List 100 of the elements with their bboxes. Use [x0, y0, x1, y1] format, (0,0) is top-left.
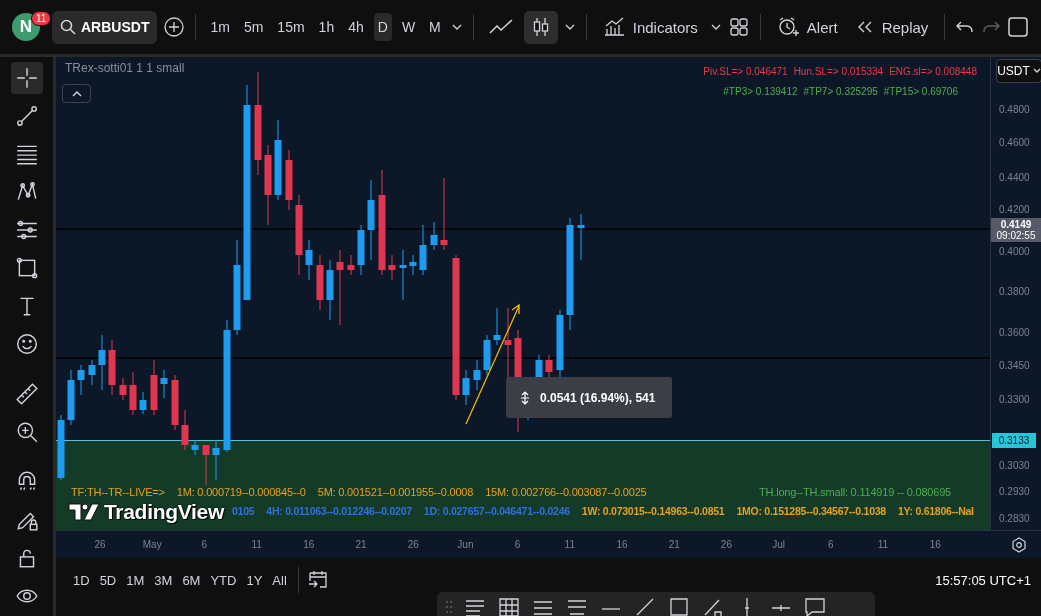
range-button[interactable]: YTD: [207, 568, 240, 592]
alert-button[interactable]: Alert: [770, 12, 844, 42]
bar-chart-icon: [602, 17, 625, 37]
candles-chart-button[interactable]: [523, 10, 558, 44]
candle: [129, 371, 137, 416]
stop-level-label: ENG.sl=> 0.008448: [889, 66, 977, 77]
currency-dropdown[interactable]: USDT: [996, 59, 1041, 83]
time-tick: 11: [251, 539, 262, 550]
settings-icon[interactable]: [1011, 537, 1027, 553]
range-button[interactable]: 1M: [123, 568, 148, 592]
candle: [409, 254, 417, 276]
timeframe-label: 15M: 0.002766--0.003087--0.0025: [485, 486, 647, 498]
notification-badge: 11: [31, 11, 52, 26]
drag-handle-icon[interactable]: [445, 600, 453, 614]
candle: [316, 254, 324, 311]
range-button[interactable]: 3M: [151, 568, 176, 592]
price-tick: 0.4200: [999, 204, 1030, 215]
rectangle-icon[interactable]: [667, 596, 691, 616]
time-tick: 11: [564, 539, 575, 550]
target-label: #TP3> 0.139412: [723, 86, 798, 97]
price-tick: 0.4800: [999, 104, 1030, 115]
replay-button[interactable]: Replay: [849, 14, 935, 40]
price-tag: 0.3133: [992, 433, 1036, 448]
tradingview-logo[interactable]: TradingView: [68, 500, 224, 524]
candle: [139, 391, 147, 415]
timeframe-label: 1MO: 0.151285--0.34567--0.1038: [736, 505, 886, 517]
candle: [285, 149, 293, 211]
timeframe-label: 4H: 0.011063--0.012246--0.0207: [266, 505, 412, 517]
price-tick: 0.3600: [999, 327, 1030, 338]
target-label: #TP7> 0.325295: [803, 86, 878, 97]
calendar-icon[interactable]: [306, 570, 329, 590]
price-tick: 0.3300: [999, 394, 1030, 405]
crosshair-icon: [14, 66, 39, 90]
candle: [419, 224, 427, 276]
time-tick: Jul: [772, 539, 785, 550]
interval-tab[interactable]: 4h: [344, 13, 368, 41]
interval-tab[interactable]: W: [397, 13, 420, 41]
candle: [77, 364, 85, 396]
candle: [88, 359, 96, 386]
candle: [493, 307, 501, 346]
candle: [357, 224, 365, 276]
price-tick: 0.2930: [999, 486, 1030, 497]
indicator-title: TRex-sotti01 1 1 small: [65, 61, 185, 75]
alarm-clock-icon: [776, 16, 799, 38]
add-symbol-icon[interactable]: [163, 16, 186, 38]
layout-grid-icon[interactable]: [727, 16, 750, 38]
timeframe-label: 0105: [232, 505, 255, 517]
comment-icon[interactable]: [803, 596, 827, 616]
collapse-button[interactable]: [62, 84, 91, 103]
interval-tab[interactable]: M: [425, 13, 445, 41]
logo-icon: [68, 503, 100, 521]
price-tick: 0.4600: [999, 137, 1030, 148]
range-button[interactable]: All: [269, 568, 290, 592]
price-tick: 0.4400: [999, 172, 1030, 183]
price-tick: 0.3450: [999, 360, 1030, 371]
candle: [577, 213, 585, 261]
range-button[interactable]: 5D: [96, 568, 120, 592]
chevron-up-icon: [70, 89, 83, 98]
price-tick: 0.2830: [999, 513, 1030, 524]
indicators-button[interactable]: Indicators: [596, 13, 704, 41]
candle: [108, 339, 116, 396]
timeframe-label: 1W: 0.073015--0.14963--0.0851: [581, 505, 725, 517]
target-label: #TP15> 0.69706: [883, 86, 958, 97]
price-tick: 0.4000: [999, 246, 1030, 257]
time-tick: 6: [201, 539, 208, 550]
interval-tab[interactable]: D: [373, 13, 392, 41]
interval-tab[interactable]: 5m: [239, 13, 268, 41]
timeframe-label: TH.long--TH.small: 0.114919 -- 0.080695: [759, 486, 951, 498]
time-tick: 16: [929, 539, 941, 550]
measure-cursor-icon: [520, 390, 530, 405]
symbol-search[interactable]: ARBUSDT: [52, 10, 158, 44]
stop-level-label: Piv.SL=> 0.046471: [703, 66, 788, 77]
clock[interactable]: 15:57:05 UTC+1: [935, 572, 1031, 588]
timeframe-label: 1D: 0.027657--0.046471--0.0246: [423, 505, 570, 517]
emoji-icon: [14, 332, 39, 356]
time-tick: 26: [94, 539, 106, 550]
time-tick: 6: [828, 539, 834, 550]
timeframe-label: 1M: 0.000719--0.000845--0: [176, 486, 306, 498]
candle: [98, 334, 106, 391]
search-icon: [60, 19, 76, 35]
time-tick: 16: [616, 539, 628, 550]
interval-tab[interactable]: 1m: [206, 13, 234, 41]
time-tick: 16: [303, 539, 315, 550]
fullscreen-icon[interactable]: [1007, 16, 1030, 38]
interval-tab[interactable]: 15m: [273, 13, 309, 41]
time-tick: 11: [877, 539, 889, 550]
interval-tab[interactable]: 1h: [314, 13, 339, 41]
candle: [171, 374, 179, 431]
candle: [305, 239, 313, 281]
candle: [483, 334, 491, 376]
range-button[interactable]: 1Y: [243, 568, 266, 592]
table-icon[interactable]: [497, 596, 521, 616]
trendline-icon: [14, 104, 39, 128]
range-button[interactable]: 6M: [179, 568, 204, 592]
candle: [67, 369, 75, 426]
price-tick: 0.3800: [999, 286, 1030, 297]
candle: [430, 221, 438, 251]
range-button[interactable]: 1D: [70, 568, 93, 592]
candle: [160, 369, 168, 399]
crosshair-tool[interactable]: [10, 62, 43, 94]
